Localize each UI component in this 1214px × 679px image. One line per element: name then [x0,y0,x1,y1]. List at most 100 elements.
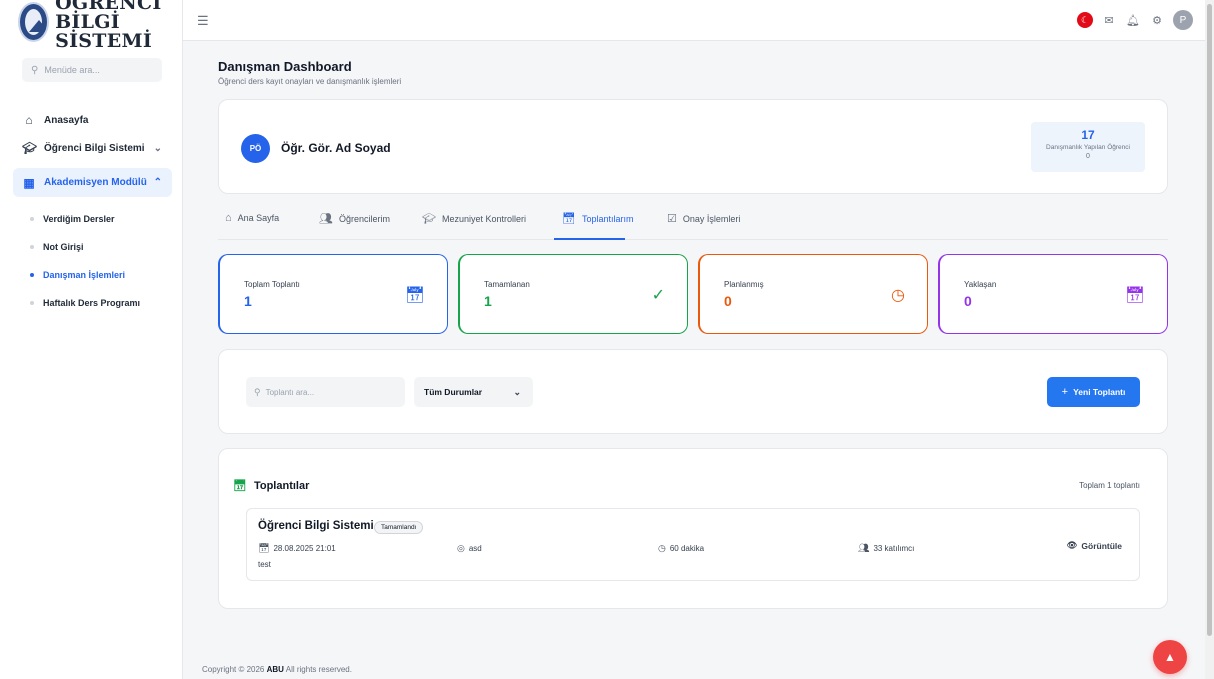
topbar-actions: ☾ ✉ 🔔︎ ⚙ P [1077,10,1193,30]
tab-label: Ana Sayfa [237,213,280,223]
alert-fab-button[interactable]: ▲ [1153,640,1187,674]
status-filter-select[interactable]: Tüm Durumlar ⌄ [414,377,533,407]
tab-label: Toplantılarım [581,213,634,224]
meetings-heading: 📅︎ Toplantılar [233,479,310,493]
users-icon: 👥︎ [319,213,333,225]
meeting-list-item: Öğrenci Bilgi Sistemi Tamamlandı 📅︎ 28.0… [246,508,1140,581]
main-content: Danışman Dashboard Öğrenci ders kayıt on… [218,41,1168,609]
clock-icon: ◷ [658,543,666,553]
meeting-description: test [258,560,271,569]
advised-students-label: Danışmanlık Yapılan Öğrenci [1046,144,1130,151]
stat-label: Yaklaşan [964,280,997,289]
view-meeting-button[interactable]: 👁︎ Görüntüle [1067,540,1122,551]
bullet-icon [30,245,34,249]
graduation-icon: 🎓︎ [422,213,436,225]
gear-icon[interactable]: ⚙ [1149,12,1165,28]
view-meeting-label: Görüntüle [1081,540,1122,551]
meeting-participants-text: 33 katılımcı [873,544,915,553]
turkish-flag-icon[interactable]: ☾ [1077,12,1093,28]
meeting-location: ◎ asd [457,543,482,554]
advised-students-stat: 17 Danışmanlık Yapılan Öğrenci 0 [1031,122,1145,172]
calendar-icon: 📅︎ [562,213,576,225]
sidebar-item-label: Anasayfa [44,114,89,126]
tab-toplantilarim[interactable]: 📅︎ Toplantılarım [562,212,634,225]
chevron-down-icon: ⌄ [153,142,162,154]
home-icon: ⌂ [225,212,232,224]
university-seal-icon [18,2,50,42]
topbar: ☰ ☾ ✉ 🔔︎ ⚙ P [183,0,1205,41]
stat-card-tamamlanan: Tamamlanan 1 ✓ [458,254,688,334]
menu-search-input[interactable]: ⚲ Menüde ara... [22,58,162,82]
bell-icon[interactable]: 🔔︎ [1125,12,1141,28]
advised-students-count: 17 [1081,128,1095,142]
sidebar-item-akademisyen-modulu[interactable]: ▦ Akademisyen Modülü ⌃ [13,168,172,197]
checkbox-icon: ☑ [667,213,677,225]
tab-label: Onay İşlemleri [682,213,741,224]
tab-mezuniyet-kontrolleri[interactable]: 🎓︎ Mezuniyet Kontrolleri [422,212,526,225]
meetings-title: Toplantılar [253,479,310,492]
menu-search-placeholder: Menüde ara... [44,65,100,75]
sidebar-item-label: Öğrenci Bilgi Sistemi [44,142,145,154]
submenu-item-danisman-islemleri[interactable]: Danışman İşlemleri [0,261,182,289]
eye-icon: 👁︎ [1066,540,1078,550]
calendar-icon: 📅︎ [404,287,425,304]
calendar-icon: 📅︎ [1124,287,1145,304]
meetings-card: 📅︎ Toplantılar Toplam 1 toplantı Öğrenci… [218,448,1168,609]
submenu-item-verdigim-dersler[interactable]: Verdiğim Dersler [0,205,182,233]
sidebar-item-ogrenci-bilgi-sistemi[interactable]: 🎓︎ Öğrenci Bilgi Sistemi ⌄ [0,134,182,162]
app-title-line2: BİLGİ SİSTEMİ [55,10,153,52]
submenu-item-not-girisi[interactable]: Not Girişi [0,233,182,261]
meeting-search-input[interactable]: ⚲ Toplantı ara... [246,377,405,407]
location-pin-icon: ◎ [457,543,465,553]
advisor-profile-card: PÖ Öğr. Gör. Ad Soyad 17 Danışmanlık Yap… [218,99,1168,194]
meeting-participants: 👥︎ 33 katılımcı [858,543,914,554]
status-filter-value: Tüm Durumlar [424,387,483,397]
scrollbar-thumb[interactable] [1207,4,1212,636]
submenu: Verdiğim Dersler Not Girişi Danışman İşl… [0,205,182,317]
search-icon: ⚲ [254,386,261,397]
footer: Copyright © 2026 ABU All rights reserved… [202,665,352,674]
bullet-icon [30,217,34,221]
stat-label: Tamamlanan [484,280,530,289]
user-avatar[interactable]: P [1173,10,1193,30]
tab-label: Öğrencilerim [338,213,390,224]
tab-label: Mezuniyet Kontrolleri [441,213,527,224]
meetings-count: Toplam 1 toplantı [1079,481,1140,490]
app-logo[interactable]: ÖĞRENCİ BİLGİ SİSTEMİ [0,0,182,50]
meeting-datetime-text: 28.08.2025 21:01 [273,544,336,553]
tab-ana-sayfa[interactable]: ⌂ Ana Sayfa [225,212,279,224]
tab-onay-islemleri[interactable]: ☑ Onay İşlemleri [667,212,740,225]
tab-ogrencilerim[interactable]: 👥︎ Öğrencilerim [319,212,390,225]
stat-label: Toplam Toplantı [244,280,300,289]
menu-toggle-icon[interactable]: ☰ [197,13,209,29]
footer-rights: All rights reserved. [285,665,352,674]
footer-copyright: Copyright © 2026 [202,665,265,674]
check-icon: ✓ [651,287,665,304]
meeting-title: Öğrenci Bilgi Sistemi [258,520,374,532]
new-meeting-button[interactable]: + Yeni Toplantı [1047,377,1140,407]
clock-icon: ◷ [891,287,905,304]
meeting-location-text: asd [468,544,482,553]
sidebar-item-label: Akademisyen Modülü [44,177,147,188]
stat-value: 1 [484,293,492,309]
submenu-item-label: Danışman İşlemleri [43,270,126,280]
stat-card-toplam-toplanti: Toplam Toplantı 1 📅︎ [218,254,448,334]
meeting-stats: Toplam Toplantı 1 📅︎ Tamamlanan 1 ✓ Plan… [218,254,1168,334]
plus-icon: + [1061,386,1069,398]
app-title: ÖĞRENCİ BİLGİ SİSTEMİ [55,0,182,51]
chevron-down-icon: ⌄ [513,386,521,397]
page-title: Danışman Dashboard [218,59,352,74]
page-scrollbar[interactable] [1205,0,1214,679]
submenu-item-haftalik-ders-programi[interactable]: Haftalık Ders Programı [0,289,182,317]
meeting-datetime: 📅︎ 28.08.2025 21:01 [258,543,336,554]
active-tab-indicator [554,238,625,240]
sidebar: ÖĞRENCİ BİLGİ SİSTEMİ ⚲ Menüde ara... ⌂ … [0,0,183,679]
stat-card-yaklasan: Yaklaşan 0 📅︎ [938,254,1168,334]
mail-icon[interactable]: ✉ [1101,12,1117,28]
submenu-item-label: Haftalık Ders Programı [43,298,141,308]
submenu-item-label: Verdiğim Dersler [43,214,115,224]
sidebar-item-anasayfa[interactable]: ⌂ Anasayfa [0,106,182,134]
graduation-icon: 🎓︎ [22,141,38,155]
stat-value: 1 [244,293,252,309]
calendar-icon: 📅︎ [233,480,247,492]
